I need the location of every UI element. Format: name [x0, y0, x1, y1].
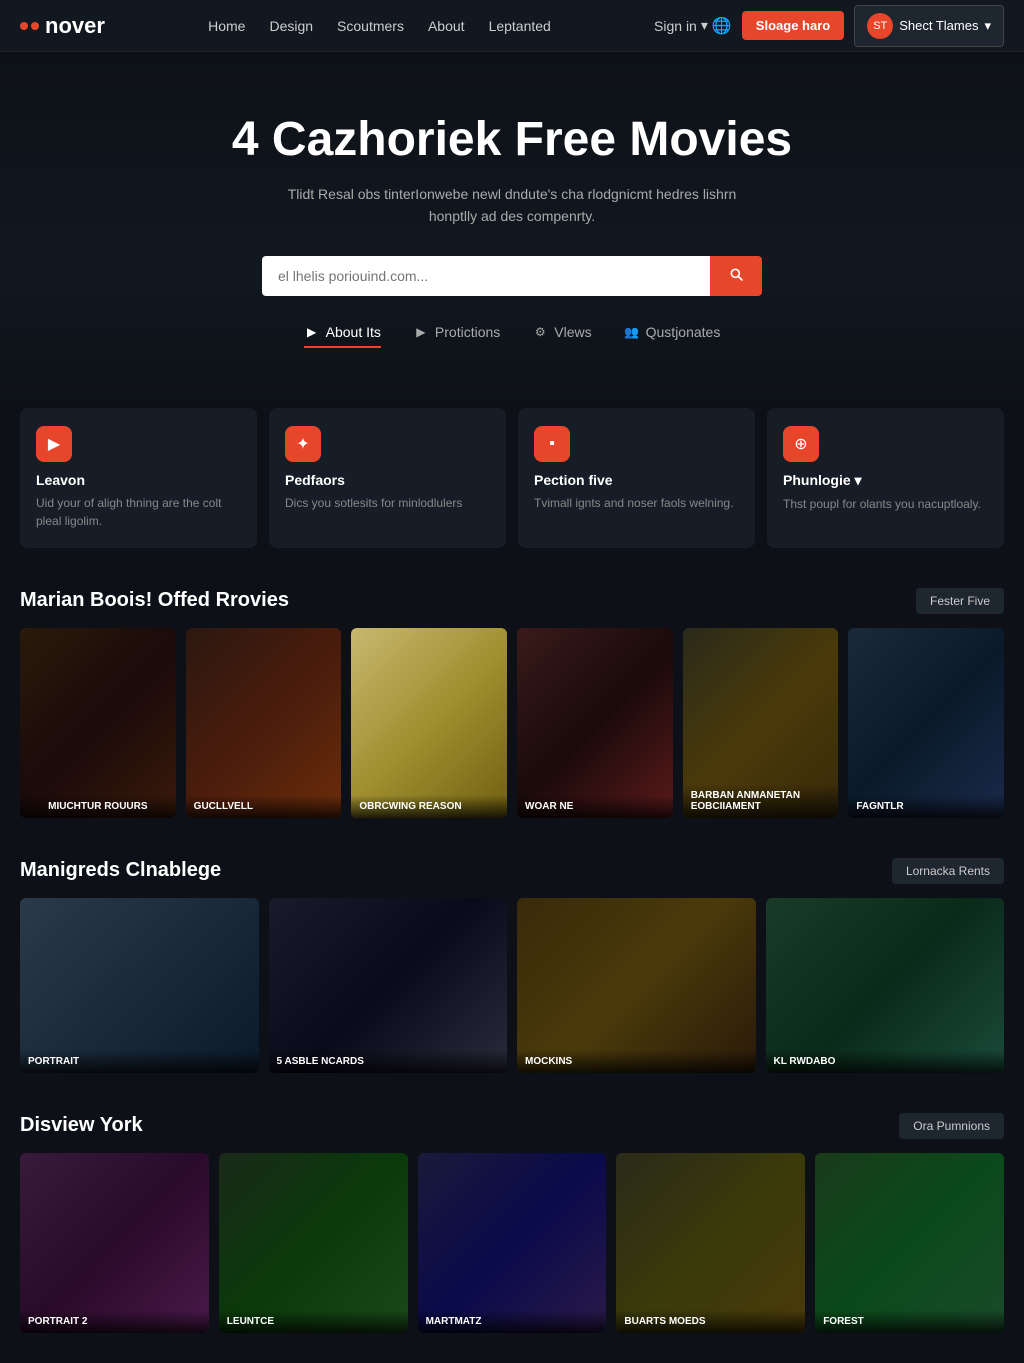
nav-design[interactable]: Design	[269, 18, 313, 34]
profile-button[interactable]: ST Shect Tlames ▾	[854, 5, 1004, 47]
movie-card-m6[interactable]: FAGNTLR	[848, 628, 1004, 818]
hero-subtitle: Tlidt Resal obs tinterIonwebe newl dndut…	[262, 183, 762, 228]
section-btn-1[interactable]: Fester Five	[916, 588, 1004, 614]
movie-overlay-m2: GUCLLVELL	[186, 795, 342, 818]
chevron-down-icon: ▾	[984, 18, 991, 34]
feature-desc-leavon: Uid your of aligh thning are the colt pl…	[36, 494, 241, 530]
tab-promotions[interactable]: ▶ Protictions	[413, 324, 500, 348]
section-header-2: Manigreds Clnablege Lornacka Rents	[20, 858, 1004, 884]
movie-overlay-m7: Portrait	[20, 1050, 259, 1073]
tab-views-icon: ⚙	[532, 324, 548, 340]
feature-card-pection[interactable]: ▪ Pection five Tvimall ignts and noser f…	[518, 408, 755, 548]
movie-overlay-m12: Leuntce	[219, 1310, 408, 1333]
movie-overlay-m1: MIUCHTUR ROUURS	[20, 795, 176, 818]
section-header-1: Marian Boois! Offed Rrovies Fester Five	[20, 588, 1004, 614]
signin-link[interactable]: Sign in ▾ 🌐	[654, 16, 732, 36]
feature-icon-pedfaors: ✦	[285, 426, 321, 462]
movie-overlay-m11: Portrait 2	[20, 1310, 209, 1333]
tab-questions[interactable]: 👥 Qustjonates	[624, 324, 721, 348]
movie-card-m10[interactable]: KL RWDABO	[766, 898, 1005, 1073]
section-marian-boois: Marian Boois! Offed Rrovies Fester Five …	[0, 588, 1024, 848]
tab-promotions-icon: ▶	[413, 324, 429, 340]
movie-overlay-m5: BARBAN ANMANETAN EOBCIIAMENT	[683, 784, 839, 818]
section-disview-york: Disview York Ora Pumnions Portrait 2 Leu…	[0, 1113, 1024, 1363]
tab-about-icon: ▶	[304, 324, 320, 340]
feature-title-leavon: Leavon	[36, 472, 241, 488]
movie-card-m8[interactable]: 5 ASBLE NCARDS	[269, 898, 508, 1073]
hero-title: 4 Cazhoriek Free Movies	[20, 112, 1004, 167]
feature-card-pedfaors[interactable]: ✦ Pedfaors Dics you sotlesits for minlod…	[269, 408, 506, 548]
cta-button[interactable]: Sloage haro	[742, 11, 844, 40]
feature-title-phunlogie: Phunlogie ▾	[783, 472, 988, 489]
section-manigreds: Manigreds Clnablege Lornacka Rents Portr…	[0, 858, 1024, 1103]
section-title-3: Disview York	[20, 1114, 143, 1137]
search-input[interactable]	[262, 256, 710, 296]
logo-text: nover	[45, 13, 105, 39]
hero-tabs: ▶ About Its ▶ Protictions ⚙ Vlews 👥 Qust…	[20, 324, 1004, 348]
nav-leptanted[interactable]: Leptanted	[489, 18, 551, 34]
feature-cards: ▶ Leavon Uid your of aligh thning are th…	[0, 408, 1024, 548]
feature-icon-leavon: ▶	[36, 426, 72, 462]
movie-overlay-m13: MARTMATZ	[418, 1310, 607, 1333]
avatar: ST	[867, 13, 893, 39]
movie-overlay-m10: KL RWDABO	[766, 1050, 1005, 1073]
movie-row-1: MIUCHTUR ROUURS GUCLLVELL Obrcwing Reaso…	[20, 628, 1004, 818]
globe-icon: 🌐	[712, 16, 732, 36]
nav-links: Home Design Scoutmers About Leptanted	[208, 18, 551, 34]
feature-card-phunlogie[interactable]: ⊕ Phunlogie ▾ Thst poupl for olants you …	[767, 408, 1004, 548]
movie-card-m3[interactable]: Obrcwing Reason	[351, 628, 507, 818]
movie-overlay-m8: 5 ASBLE NCARDS	[269, 1050, 508, 1073]
movie-card-m4[interactable]: WOAR NE	[517, 628, 673, 818]
hero-section: 4 Cazhoriek Free Movies Tlidt Resal obs …	[0, 52, 1024, 408]
search-icon	[728, 266, 744, 282]
feature-card-leavon[interactable]: ▶ Leavon Uid your of aligh thning are th…	[20, 408, 257, 548]
tab-views[interactable]: ⚙ Vlews	[532, 324, 591, 348]
tab-questions-icon: 👥	[624, 324, 640, 340]
movie-overlay-m3: Obrcwing Reason	[351, 795, 507, 818]
movie-card-m12[interactable]: Leuntce	[219, 1153, 408, 1333]
nav-about[interactable]: About	[428, 18, 465, 34]
nav-scoutmers[interactable]: Scoutmers	[337, 18, 404, 34]
movie-overlay-m14: BUARTS MOEDS	[616, 1310, 805, 1333]
nav-home[interactable]: Home	[208, 18, 245, 34]
section-btn-3[interactable]: Ora Pumnions	[899, 1113, 1004, 1139]
movie-overlay-m9: MOCKINS	[517, 1050, 756, 1073]
feature-icon-pection: ▪	[534, 426, 570, 462]
logo[interactable]: nover	[20, 13, 105, 39]
movie-card-m15[interactable]: Forest	[815, 1153, 1004, 1333]
nav-right: Sign in ▾ 🌐 Sloage haro ST Shect Tlames …	[654, 5, 1004, 47]
section-title-1: Marian Boois! Offed Rrovies	[20, 589, 289, 612]
tab-about[interactable]: ▶ About Its	[304, 324, 381, 348]
movie-card-m11[interactable]: Portrait 2	[20, 1153, 209, 1333]
movie-row-2: Portrait 5 ASBLE NCARDS MOCKINS KL RWDAB…	[20, 898, 1004, 1073]
logo-dots	[20, 22, 39, 30]
navbar: nover Home Design Scoutmers About Leptan…	[0, 0, 1024, 52]
movie-card-m2[interactable]: GUCLLVELL	[186, 628, 342, 818]
feature-desc-phunlogie: Thst poupl for olants you nacuptloaly.	[783, 495, 988, 513]
search-bar	[262, 256, 762, 296]
search-button[interactable]	[710, 256, 762, 296]
section-btn-2[interactable]: Lornacka Rents	[892, 858, 1004, 884]
movie-overlay-m15: Forest	[815, 1310, 1004, 1333]
feature-desc-pection: Tvimall ignts and noser faols welning.	[534, 494, 739, 512]
movie-card-m9[interactable]: MOCKINS	[517, 898, 756, 1073]
movie-card-m13[interactable]: MARTMATZ	[418, 1153, 607, 1333]
movie-overlay-m6: FAGNTLR	[848, 795, 1004, 818]
movie-card-m7[interactable]: Portrait	[20, 898, 259, 1073]
section-header-3: Disview York Ora Pumnions	[20, 1113, 1004, 1139]
feature-title-pedfaors: Pedfaors	[285, 472, 490, 488]
feature-icon-phunlogie: ⊕	[783, 426, 819, 462]
movie-card-m5[interactable]: BARBAN ANMANETAN EOBCIIAMENT	[683, 628, 839, 818]
movie-card-m1[interactable]: MIUCHTUR ROUURS	[20, 628, 176, 818]
movie-card-m14[interactable]: BUARTS MOEDS	[616, 1153, 805, 1333]
movie-overlay-m4: WOAR NE	[517, 795, 673, 818]
movie-row-3: Portrait 2 Leuntce MARTMATZ BUARTS MOEDS…	[20, 1153, 1004, 1333]
feature-title-pection: Pection five	[534, 472, 739, 488]
section-title-2: Manigreds Clnablege	[20, 859, 221, 882]
feature-desc-pedfaors: Dics you sotlesits for minlodlulers	[285, 494, 490, 512]
logo-dot-1	[20, 22, 28, 30]
logo-dot-2	[31, 22, 39, 30]
